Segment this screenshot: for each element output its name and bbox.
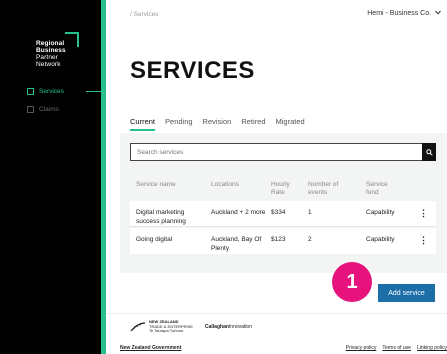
header-hourly-rate-line-2: Rate bbox=[271, 189, 285, 196]
callaghan-logo[interactable]: CallaghanInnovation bbox=[205, 324, 252, 330]
add-service-button[interactable]: Add service bbox=[378, 284, 435, 302]
header-events-line-1: Number of bbox=[308, 181, 339, 188]
header-events-line-2: events bbox=[308, 189, 328, 196]
org-select[interactable]: Hemi - Business Co. bbox=[367, 10, 441, 17]
nzte-logo[interactable]: NEW ZEALAND TRADE & ENTERPRISE Te Taurap… bbox=[130, 319, 193, 334]
tab-pending[interactable]: Pending bbox=[165, 117, 193, 131]
header-service-name: Service name bbox=[136, 181, 176, 188]
services-icon bbox=[27, 87, 34, 95]
header-fund-line-2: fund bbox=[366, 189, 379, 196]
active-indicator bbox=[86, 91, 101, 92]
cell-service-fund: Capability bbox=[366, 236, 395, 243]
header-service-fund: Service fund bbox=[366, 181, 388, 197]
cell-service-name: Going digital bbox=[136, 236, 173, 243]
sidebar-item-services[interactable]: Services bbox=[0, 85, 101, 97]
cell-events: 2 bbox=[308, 236, 312, 243]
sidebar-item-label: Claims bbox=[39, 105, 59, 113]
tab-revision[interactable]: Revision bbox=[203, 117, 232, 131]
footer-divider bbox=[106, 313, 447, 314]
chevron-down-icon bbox=[435, 10, 441, 15]
cell-service-name: Digital marketing success planning bbox=[136, 209, 186, 225]
claims-icon bbox=[27, 105, 34, 113]
nzte-line-3: Te Taurapa Tuhono bbox=[149, 328, 184, 333]
logo-line-1: Regional bbox=[36, 40, 65, 47]
page-title: SERVICES bbox=[130, 57, 255, 84]
cell-hourly-rate: $123 bbox=[271, 236, 286, 243]
row-menu-icon[interactable]: ⋮ bbox=[419, 236, 428, 245]
nz-government-logo[interactable]: New Zealand Government bbox=[120, 345, 181, 351]
cell-events: 1 bbox=[308, 209, 312, 216]
services-panel: Service name Locations Hourly Rate Numbe… bbox=[120, 133, 447, 273]
terms-of-use-link[interactable]: Terms of use bbox=[382, 345, 411, 351]
breadcrumb[interactable]: / Services bbox=[130, 11, 159, 18]
table-row[interactable]: Digital marketing success planning Auckl… bbox=[130, 201, 436, 227]
cell-hourly-rate: $334 bbox=[271, 209, 286, 216]
main-content: / Services Hemi - Business Co. SERVICES … bbox=[106, 0, 447, 354]
table-row[interactable]: Going digital Auckland, Bay Of Plenty $1… bbox=[130, 228, 436, 254]
header-hourly-rate: Hourly Rate bbox=[271, 181, 290, 197]
tab-retired[interactable]: Retired bbox=[241, 117, 265, 131]
row-menu-icon[interactable]: ⋮ bbox=[419, 209, 428, 218]
partner-logos: NEW ZEALAND TRADE & ENTERPRISE Te Taurap… bbox=[130, 319, 252, 334]
callaghan-name: Callaghan bbox=[205, 323, 229, 330]
cell-locations: Auckland + 2 more bbox=[211, 209, 266, 216]
header-hourly-rate-line-1: Hourly bbox=[271, 181, 290, 188]
header-fund-line-1: Service bbox=[366, 181, 388, 188]
linking-policy-link[interactable]: Linking policy bbox=[417, 345, 447, 351]
search-input[interactable] bbox=[130, 143, 422, 161]
sidebar: Regional Business Partner Network Servic… bbox=[0, 0, 101, 354]
logo-line-4: Network bbox=[36, 61, 61, 68]
logo-line-2: Business bbox=[36, 47, 66, 54]
sidebar-item-label: Services bbox=[39, 87, 64, 95]
header-locations: Locations bbox=[211, 181, 239, 188]
org-select-label: Hemi - Business Co. bbox=[367, 10, 432, 17]
callaghan-suffix: Innovation bbox=[228, 323, 252, 330]
step-number-badge: 1 bbox=[332, 262, 372, 302]
status-tabs: Current Pending Revision Retired Migrate… bbox=[130, 117, 305, 131]
header-number-of-events: Number of events bbox=[308, 181, 338, 197]
logo-line-3: Partner bbox=[36, 54, 59, 61]
tab-current[interactable]: Current bbox=[130, 117, 156, 131]
search-icon bbox=[425, 148, 433, 156]
cell-locations: Auckland, Bay Of Plenty bbox=[211, 236, 262, 252]
tab-migrated[interactable]: Migrated bbox=[276, 117, 305, 131]
sidebar-item-claims[interactable]: Claims bbox=[0, 103, 101, 115]
search-button[interactable] bbox=[422, 143, 436, 161]
privacy-policy-link[interactable]: Privacy policy bbox=[346, 345, 377, 351]
footer-links: New Zealand Government Privacy policy Te… bbox=[120, 345, 447, 351]
fern-icon bbox=[130, 322, 146, 332]
cell-service-fund: Capability bbox=[366, 209, 395, 216]
